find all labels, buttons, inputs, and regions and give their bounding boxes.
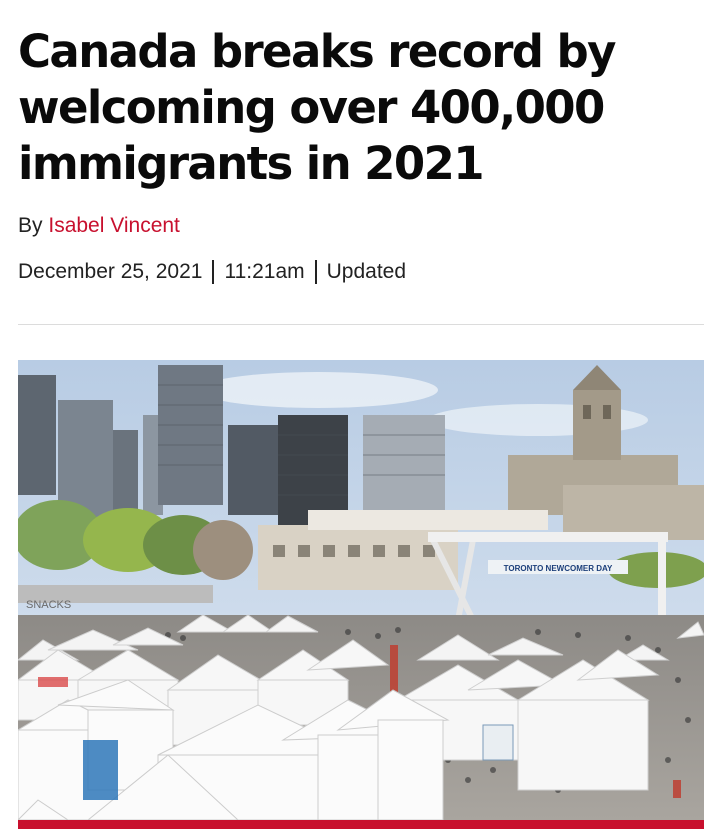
divider [314, 260, 317, 284]
article: Canada breaks record by welcoming over 4… [0, 0, 720, 829]
snacks-sign: SNACKS [26, 599, 71, 611]
accent-bar [18, 820, 704, 829]
byline: By Isabel Vincent [18, 214, 180, 238]
updated-label[interactable]: Updated [327, 260, 406, 284]
publish-date: December 25, 2021 [18, 260, 203, 283]
banner-text: TORONTO NEWCOMER DAY [504, 564, 613, 573]
publish-time: 11:21am [224, 260, 305, 283]
article-photo[interactable]: TORONTO NEWCOMER DAY SNACKS [18, 360, 704, 820]
dateline: December 25, 2021 11:21am Updated [18, 260, 406, 284]
headline: Canada breaks record by welcoming over 4… [18, 25, 616, 190]
author-link[interactable]: Isabel Vincent [48, 214, 180, 237]
festival-scene-image: TORONTO NEWCOMER DAY SNACKS [18, 360, 704, 820]
byline-prefix: By [18, 214, 43, 237]
divider [212, 260, 215, 284]
separator-rule [18, 324, 704, 325]
